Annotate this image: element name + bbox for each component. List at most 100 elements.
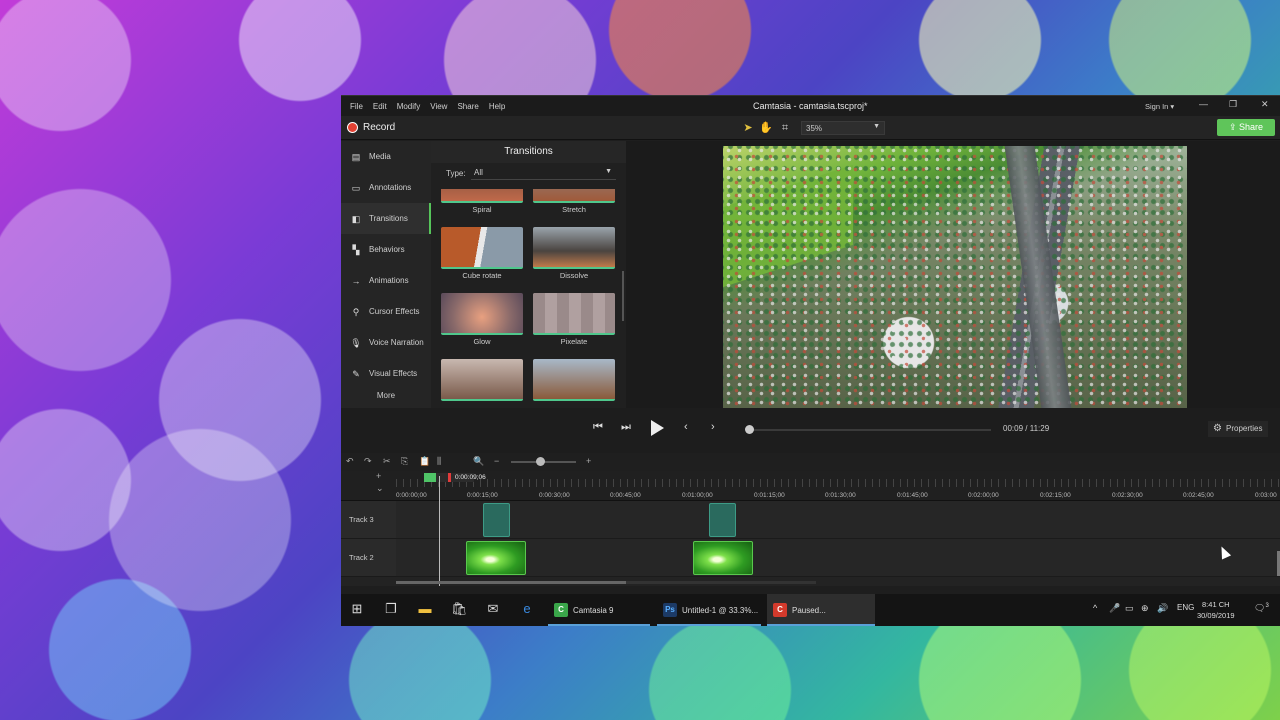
menu-share[interactable]: Share <box>452 102 483 111</box>
timeline-clip[interactable] <box>483 503 510 537</box>
track-header-3[interactable]: Track 3 <box>341 501 396 539</box>
redo-icon[interactable]: ↷ <box>364 456 372 467</box>
sidebar-item-behaviors[interactable]: ▚ Behaviors <box>341 234 431 265</box>
mail-icon[interactable]: ✉ <box>485 601 501 617</box>
sidebar-item-voice-narration[interactable]: 🎙 Voice Narration <box>341 327 431 358</box>
zoom-icon[interactable]: 🔍 <box>473 456 484 467</box>
menu-bar: File Edit Modify View Share Help <box>341 102 510 111</box>
scrubber-handle[interactable] <box>745 425 754 434</box>
system-clock[interactable]: 8:41 CH 30/09/2019 <box>1197 599 1235 621</box>
sidebar-item-transitions[interactable]: ◧ Transitions <box>341 203 431 234</box>
restore-button[interactable]: ❐ <box>1229 99 1237 110</box>
playhead-marker[interactable]: 0:00:09;06 <box>424 473 486 482</box>
step-back-icon[interactable]: ⏮ <box>593 421 603 434</box>
cut-icon[interactable]: ✂ <box>383 456 391 467</box>
task-view-icon[interactable]: ❐ <box>383 601 399 617</box>
sign-in-button[interactable]: Sign In ▾ <box>1145 102 1174 111</box>
canvas-area <box>626 141 1280 408</box>
menu-view[interactable]: View <box>425 102 452 111</box>
transition-tile-dissolve[interactable]: Dissolve <box>533 227 615 280</box>
sidebar-item-label: Animations <box>369 276 409 285</box>
video-preview[interactable] <box>723 146 1187 408</box>
timeline-clip[interactable] <box>709 503 736 537</box>
properties-button[interactable]: ⚙ Properties <box>1208 421 1268 437</box>
windows-start-icon[interactable]: ⊞ <box>349 601 365 617</box>
microphone-tray-icon[interactable]: 🎤 <box>1109 603 1120 614</box>
behaviors-icon: ▚ <box>352 244 360 255</box>
collapse-icon[interactable]: ⌄ <box>376 483 384 494</box>
play-icon[interactable] <box>651 420 664 436</box>
select-arrow-icon[interactable]: ➤ <box>741 121 755 135</box>
menu-help[interactable]: Help <box>484 102 510 111</box>
more-button[interactable]: More <box>341 391 431 400</box>
scrubber-track[interactable] <box>746 429 991 431</box>
close-button[interactable]: ✕ <box>1261 99 1269 110</box>
previous-icon[interactable]: ‹ <box>684 421 688 433</box>
sidebar-item-animations[interactable]: → Animations <box>341 265 431 296</box>
zoom-out-icon[interactable]: − <box>494 456 499 466</box>
transition-label: Glow <box>473 337 491 346</box>
playhead-line[interactable] <box>439 476 440 586</box>
add-track-icon[interactable]: + <box>376 471 381 481</box>
transition-tile-cube-rotate[interactable]: Cube rotate <box>441 227 523 280</box>
playhead-time: 0:00:09;06 <box>455 474 486 481</box>
undo-icon[interactable]: ↶ <box>346 456 354 467</box>
network-icon[interactable]: ⊕ <box>1141 603 1149 614</box>
timeline-clip[interactable] <box>466 541 526 575</box>
taskbar-app-camtasia[interactable]: C Camtasia 9 <box>548 594 650 626</box>
timeline-horizontal-scrollbar[interactable] <box>396 581 816 584</box>
next-icon[interactable]: › <box>711 421 715 433</box>
playback-controls: ⏮ ⏭ ‹ › 00:09 / 11:29 ⚙ Properties <box>341 408 1280 453</box>
microphone-icon: 🎙 <box>350 337 362 348</box>
zoom-in-icon[interactable]: + <box>586 456 591 466</box>
sidebar-item-label: Annotations <box>369 183 412 192</box>
file-explorer-icon[interactable]: ▬ <box>417 601 433 617</box>
panel-scrollbar[interactable] <box>622 271 624 321</box>
transition-tile-stretch[interactable]: Stretch <box>533 189 615 214</box>
menu-modify[interactable]: Modify <box>392 102 426 111</box>
minimize-button[interactable]: — <box>1199 99 1208 109</box>
record-button-label[interactable]: Record <box>363 122 395 133</box>
total-time: 11:29 <box>1029 424 1050 433</box>
menu-edit[interactable]: Edit <box>368 102 392 111</box>
crop-icon[interactable]: ⌗ <box>778 121 792 135</box>
paste-icon[interactable]: 📋 <box>419 456 430 467</box>
split-icon[interactable]: ⫼ <box>437 456 441 467</box>
track-lane-3[interactable] <box>396 501 1280 539</box>
track-header-2[interactable]: Track 2 <box>341 539 396 577</box>
sidebar-item-media[interactable]: ▤ Media <box>341 141 431 172</box>
language-indicator[interactable]: ENG <box>1177 603 1194 612</box>
chevron-up-icon[interactable]: ^ <box>1093 603 1097 613</box>
taskbar-app-recorder[interactable]: C Paused... <box>767 594 875 626</box>
step-forward-icon[interactable]: ⏭ <box>621 421 631 434</box>
transition-tile-pixelate[interactable]: Pixelate <box>533 293 615 346</box>
pan-hand-icon[interactable]: ✋ <box>759 121 773 135</box>
taskbar-app-photoshop[interactable]: Ps Untitled-1 @ 33.3%... <box>657 594 761 626</box>
transition-tile-glow[interactable]: Glow <box>441 293 523 346</box>
copy-icon[interactable]: ⎘ <box>401 456 408 467</box>
record-icon[interactable] <box>347 122 358 133</box>
type-dropdown[interactable]: All ▼ <box>471 166 616 180</box>
transition-tile-spiral[interactable]: Spiral <box>441 189 523 214</box>
type-filter: Type: All ▼ <box>431 163 626 183</box>
sidebar-item-visual-effects[interactable]: ✎ Visual Effects <box>341 358 431 389</box>
volume-icon[interactable]: 🔊 <box>1157 603 1168 614</box>
transition-tile[interactable] <box>441 359 523 403</box>
menu-file[interactable]: File <box>345 102 368 111</box>
share-button[interactable]: ⇪ Share <box>1217 119 1275 136</box>
transition-tile[interactable] <box>533 359 615 403</box>
scrollbar-thumb[interactable] <box>396 581 626 584</box>
zoom-dropdown[interactable]: 35% ▼ <box>801 121 885 135</box>
camtasia-icon: C <box>554 603 568 617</box>
timeline-clip[interactable] <box>693 541 753 575</box>
sidebar-item-cursor-effects[interactable]: ⚲ Cursor Effects <box>341 296 431 327</box>
notification-center-icon[interactable]: 🗨3 <box>1254 603 1269 614</box>
sidebar-item-annotations[interactable]: ▭ Annotations <box>341 172 431 203</box>
track-lane-2[interactable] <box>396 539 1280 577</box>
edge-browser-icon[interactable]: e <box>519 601 535 617</box>
timeline-zoom-handle[interactable] <box>536 457 545 466</box>
store-icon[interactable]: 🛍 <box>451 601 468 617</box>
properties-label: Properties <box>1226 424 1263 433</box>
battery-icon[interactable]: ▭ <box>1125 603 1134 614</box>
timeline-ruler[interactable]: + ⌄ 0:00:09;06 0:00:00;00 0:00:15;00 0:0… <box>341 471 1280 501</box>
